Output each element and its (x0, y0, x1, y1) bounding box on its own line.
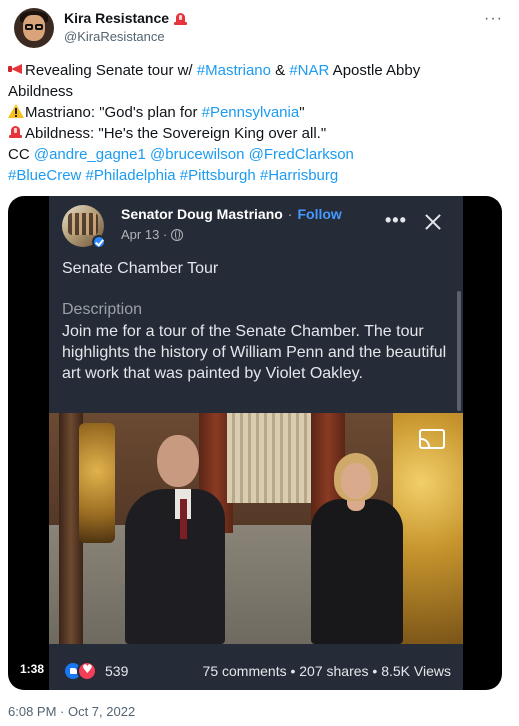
love-icon (77, 661, 97, 681)
police-light-icon (8, 124, 24, 140)
fb-post-title: Senate Chamber Tour (62, 260, 219, 277)
more-options-icon[interactable]: ··· (484, 10, 503, 28)
fb-post-stats: 75 comments • 207 shares • 8.5K Views (202, 663, 451, 679)
close-icon (423, 212, 443, 232)
hashtag-link[interactable]: #Mastriano (197, 62, 271, 79)
author-display-name[interactable]: Kira Resistance (64, 10, 169, 26)
police-light-icon (173, 11, 188, 26)
fb-post-header: Senator Doug Mastriano · Follow Apr 13 ·… (49, 196, 463, 256)
fb-more-icon: ••• (385, 210, 407, 230)
hashtag-link[interactable]: #Pennsylvania (202, 104, 300, 121)
facebook-post-screenshot: Senator Doug Mastriano · Follow Apr 13 ·… (49, 196, 463, 690)
hashtag-link[interactable]: #Harrisburg (260, 167, 338, 184)
fb-scrollbar (457, 291, 461, 411)
video-duration: 1:38 (20, 662, 45, 676)
hashtag-link[interactable]: #NAR (289, 62, 329, 79)
author-name-row: Kira Resistance (64, 10, 188, 26)
author-avatar[interactable] (14, 8, 54, 48)
fb-description-label: Description (62, 301, 143, 318)
tweet-line: #BlueCrew #Philadelphia #Pittsburgh #Har… (8, 165, 508, 186)
megaphone-icon (8, 61, 24, 77)
tweet-line: Mastriano: "God's plan for #Pennsylvania… (8, 102, 508, 123)
mention-link[interactable]: @andre_gagne1 (34, 146, 146, 163)
video-player[interactable]: Senator Doug Mastriano · Follow Apr 13 ·… (8, 196, 502, 690)
fb-description: Join me for a tour of the Senate Chamber… (62, 323, 447, 382)
fb-separator: · (287, 206, 293, 222)
fb-page-name: Senator Doug Mastriano (121, 206, 283, 222)
tweet-line: Abildness: "He's the Sovereign King over… (8, 123, 508, 144)
warning-icon (8, 103, 24, 119)
mention-link[interactable]: @FredClarkson (249, 146, 354, 163)
cast-icon (419, 429, 445, 449)
tweet-line: Abildness (8, 83, 74, 100)
tweet-line: CC @andre_gagne1 @brucewilson @FredClark… (8, 146, 354, 163)
hashtag-link[interactable]: #Philadelphia (86, 167, 176, 184)
video-frame (49, 413, 463, 644)
reaction-icons (63, 661, 99, 681)
author-handle[interactable]: @KiraResistance (64, 29, 165, 44)
fb-post-date: Apr 13 · (121, 227, 168, 242)
fb-date-row: Apr 13 · (121, 227, 184, 242)
hashtag-link[interactable]: #BlueCrew (8, 167, 81, 184)
tweet-line: Revealing Senate tour w/ #Mastriano & #N… (8, 60, 508, 81)
verified-icon (92, 235, 106, 249)
reaction-count: 539 (105, 663, 129, 679)
fb-follow-label: Follow (297, 206, 342, 222)
globe-icon (171, 228, 184, 241)
fb-post-footer: 539 75 comments • 207 shares • 8.5K View… (49, 654, 463, 690)
tweet-text: Revealing Senate tour w/ #Mastriano & #N… (8, 60, 508, 186)
fb-name-row: Senator Doug Mastriano · Follow (121, 206, 342, 222)
tweet-header: Kira Resistance @KiraResistance ··· (12, 8, 507, 48)
hashtag-link[interactable]: #Pittsburgh (180, 167, 256, 184)
mention-link[interactable]: @brucewilson (150, 146, 244, 163)
tweet-timestamp[interactable]: 6:08 PM · Oct 7, 2022 (8, 704, 135, 719)
